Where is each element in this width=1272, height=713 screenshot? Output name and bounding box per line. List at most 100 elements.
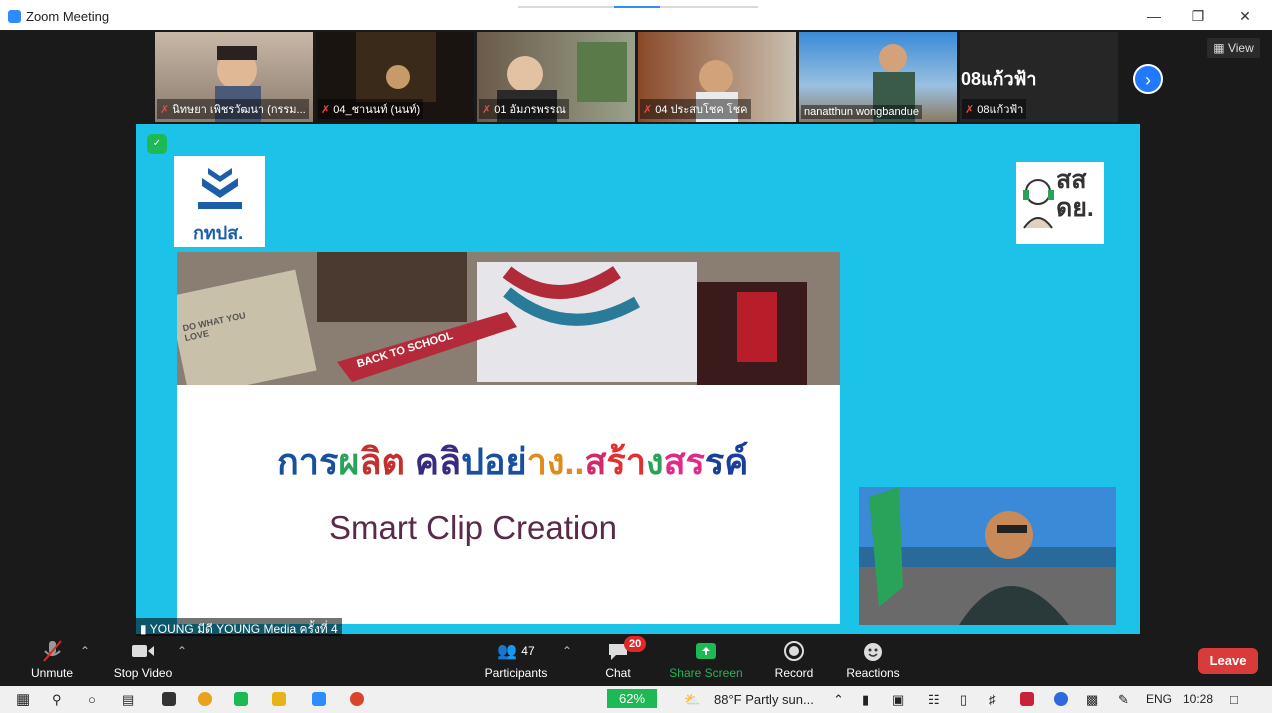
- record-icon: [770, 638, 818, 664]
- slide-thai-title: การผลิต คลิปอย่าง..สร้างสรรค์: [277, 433, 748, 490]
- unmute-button[interactable]: Unmute: [28, 638, 76, 680]
- view-button[interactable]: ▦ View: [1207, 38, 1260, 58]
- display-icon[interactable]: ▣: [892, 692, 904, 708]
- muted-mic-icon: ✗: [160, 104, 170, 116]
- participant-name: 01 อัมภรพรรณ: [494, 104, 566, 116]
- unmute-label: Unmute: [30, 666, 74, 680]
- left-logo-text: กทปส.: [193, 223, 244, 243]
- slide-english-title: Smart Clip Creation: [329, 509, 617, 546]
- participant-name: 08แก้วฟ้า: [977, 104, 1024, 116]
- participant-tile[interactable]: ✗ 04_ชานนท์ (นนท์): [316, 32, 474, 122]
- thai-title-part: ปอย่: [461, 441, 527, 482]
- windows-start-icon[interactable]: ▦: [16, 690, 30, 708]
- battery-icon[interactable]: ▩: [1086, 692, 1098, 708]
- muted-mic-icon: ✗: [965, 104, 975, 116]
- cortana-icon[interactable]: ○: [88, 692, 96, 707]
- share-screen-button[interactable]: Share Screen: [668, 638, 744, 680]
- thai-title-part: าง..: [526, 441, 585, 482]
- thai-title-part: รค์: [704, 441, 749, 482]
- participant-tile[interactable]: ✗ 04 ประสบโชค โชค: [638, 32, 796, 122]
- security-shield-icon[interactable]: ✓: [147, 134, 167, 154]
- minimize-icon[interactable]: —: [1142, 6, 1166, 26]
- microphone-icon[interactable]: ▮: [862, 692, 869, 708]
- reactions-button[interactable]: Reactions: [844, 638, 902, 680]
- battery-percent: 62%: [607, 689, 658, 708]
- thai-title-part: ส: [584, 441, 607, 482]
- mcafee-icon[interactable]: [1020, 692, 1034, 706]
- zoom-taskbar-icon[interactable]: [312, 692, 326, 706]
- record-button[interactable]: Record: [770, 638, 818, 680]
- meeting-toolbar: Unmute ⌃ Stop Video ⌃ 👥 47 Participants …: [0, 636, 1272, 686]
- thai-title-part: ง: [645, 441, 664, 482]
- tablet-icon[interactable]: ▯: [960, 692, 967, 708]
- back-to-school-photo: [177, 252, 840, 385]
- top-tab-indicator: [518, 6, 758, 8]
- file-explorer-icon[interactable]: [272, 692, 286, 706]
- notifications-icon[interactable]: □: [1230, 692, 1238, 707]
- left-logo: กทปส.: [174, 156, 265, 247]
- thai-title-part: ร้า: [606, 441, 646, 482]
- headphone-person-icon: [1023, 179, 1054, 229]
- task-view-icon[interactable]: ▤: [122, 692, 134, 708]
- window-title: Zoom Meeting: [26, 9, 110, 24]
- thai-title-part: คลิ: [414, 441, 462, 482]
- smiley-icon: [844, 638, 902, 664]
- stop-video-button[interactable]: Stop Video: [110, 638, 176, 680]
- windows-taskbar: ▦ ⚲ ○ ▤ 62% ⛅ 88°F Partly sun... ⌃ ▮ ▣ ☷…: [0, 686, 1272, 713]
- wifi-icon[interactable]: ☷: [928, 692, 940, 708]
- presenter-video: [859, 487, 1116, 625]
- muted-mic-icon: ✗: [643, 104, 653, 116]
- weather-icon[interactable]: ⛅: [684, 692, 700, 708]
- slide-title-area: การผลิต คลิปอย่าง..สร้างสรรค์ Smart Clip…: [177, 385, 840, 624]
- participants-caret-icon[interactable]: ⌃: [562, 644, 572, 658]
- participant-tile[interactable]: ✗ นิทษยา เพิชรวัฒนา (กรรม...: [155, 32, 313, 122]
- right-logo-text-1: สส: [1056, 166, 1087, 194]
- thai-title-part: ลิต: [359, 441, 415, 482]
- active-tile-name: 08แก้วฟ้า: [961, 69, 1037, 89]
- participant-tile[interactable]: nanatthun wongbandue: [799, 32, 957, 122]
- chat-unread-badge: 20: [624, 636, 647, 652]
- chrome-icon[interactable]: [198, 692, 212, 706]
- show-hidden-icons-caret-icon[interactable]: ⌃: [833, 692, 844, 708]
- participants-count: 47: [521, 644, 535, 658]
- bluetooth-icon[interactable]: [1054, 692, 1068, 706]
- video-options-caret-icon[interactable]: ⌃: [177, 644, 187, 658]
- audio-options-caret-icon[interactable]: ⌃: [80, 644, 90, 658]
- powerpoint-icon[interactable]: [350, 692, 364, 706]
- muted-mic-icon: ✗: [321, 104, 331, 116]
- participant-tile[interactable]: ✗ 01 อัมภรพรรณ: [477, 32, 635, 122]
- store-icon[interactable]: [162, 692, 176, 706]
- participant-name: 04 ประสบโชค โชค: [655, 104, 748, 116]
- chat-label: Chat: [605, 666, 631, 680]
- meeting-stage: ✗ นิทษยา เพิชรวัฒนา (กรรม... ✗ 04_ชานนท์ (…: [0, 30, 1272, 641]
- clock[interactable]: 10:28: [1183, 692, 1213, 706]
- search-icon[interactable]: ⚲: [52, 692, 62, 708]
- slide-photo: BACK TO SCHOOL DO WHAT YOU LOVE: [177, 252, 840, 385]
- weather-text[interactable]: 88°F Partly sun...: [714, 692, 814, 707]
- muted-mic-icon: ✗: [482, 104, 492, 116]
- participants-label: Participants: [484, 666, 548, 680]
- stop-video-label: Stop Video: [113, 666, 173, 680]
- share-screen-label: Share Screen: [669, 666, 743, 680]
- volume-muted-icon[interactable]: ♯: [989, 692, 996, 707]
- signal-icon: ▮: [140, 622, 147, 636]
- thai-title-part: ผ: [338, 441, 360, 482]
- close-icon[interactable]: ✕: [1233, 6, 1257, 26]
- thai-title-part: การ: [277, 441, 339, 482]
- shared-screen: ✓ กทปส. สส ดย. BACK TO SCHOOL DO WHAT YO…: [136, 124, 1140, 634]
- leave-button[interactable]: Leave: [1198, 648, 1258, 674]
- participant-name: nanatthun wongbandue: [804, 106, 919, 118]
- window-titlebar: Zoom Meeting — ❐ ✕: [0, 0, 1272, 30]
- language-indicator[interactable]: ENG: [1146, 692, 1172, 706]
- participants-button[interactable]: 👥 47 Participants: [480, 638, 552, 680]
- line-app-icon[interactable]: [234, 692, 248, 706]
- share-screen-icon: [668, 638, 744, 664]
- muted-mic-icon: [28, 638, 76, 664]
- next-page-button[interactable]: ›: [1133, 64, 1163, 94]
- pen-icon[interactable]: ✎: [1118, 692, 1129, 708]
- restore-icon[interactable]: ❐: [1186, 6, 1210, 26]
- zoom-app-icon: [8, 10, 21, 23]
- participants-icon: 👥: [497, 643, 518, 660]
- thai-title-part: สร: [663, 441, 705, 482]
- presenter-video-feed: [859, 487, 1116, 625]
